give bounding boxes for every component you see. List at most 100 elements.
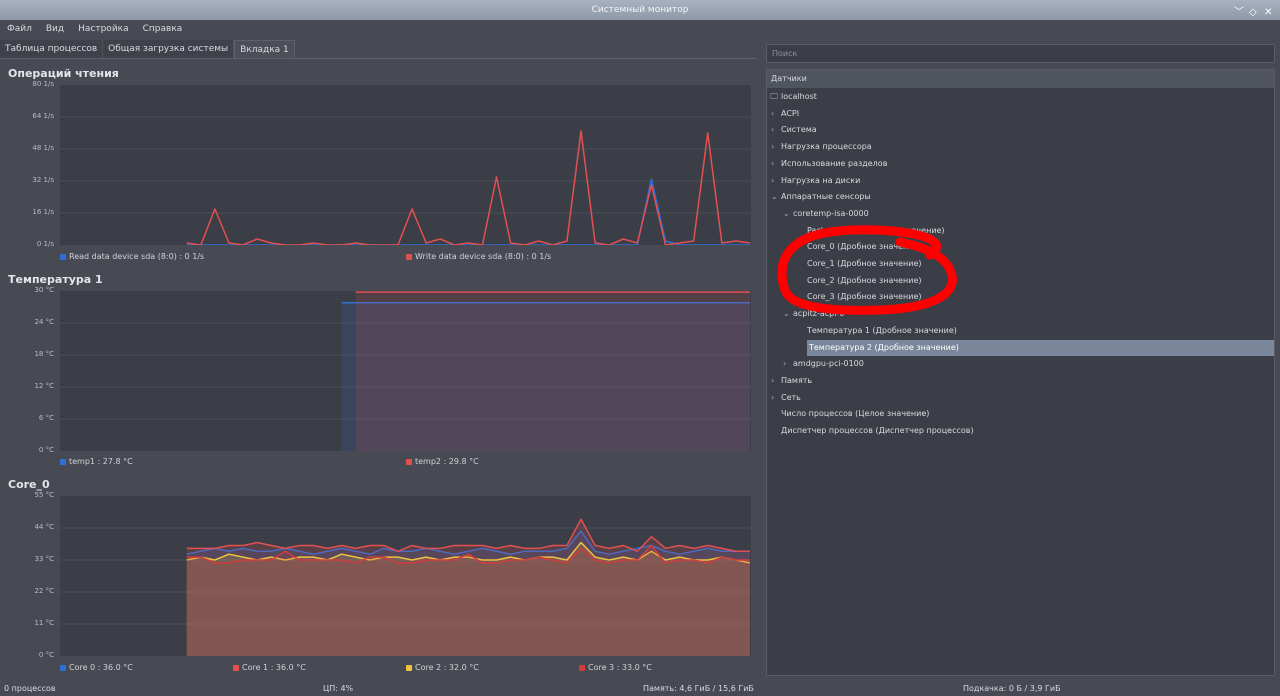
- menu-file[interactable]: Файл: [0, 20, 39, 38]
- chevron-right-icon[interactable]: ›: [771, 373, 774, 389]
- legend-swatch: [406, 458, 412, 465]
- legend-swatch: [60, 664, 66, 671]
- y-tick-label: 48 1/s: [32, 144, 54, 152]
- y-tick-label: 80 1/s: [32, 80, 54, 88]
- tree-node[interactable]: Температура 1 (Дробное значение): [807, 323, 957, 339]
- tree-node[interactable]: Нагрузка процессора: [781, 139, 872, 155]
- chevron-right-icon[interactable]: ›: [771, 139, 774, 155]
- tree-node[interactable]: amdgpu-pci-0100: [793, 356, 864, 372]
- legend-label: temp1 : 27.8 °C: [69, 457, 133, 466]
- tree-node[interactable]: localhost: [781, 89, 817, 105]
- series-line: [186, 178, 750, 245]
- status-processes: 0 процессов: [4, 684, 56, 693]
- y-tick-label: 16 1/s: [32, 208, 54, 216]
- y-tick-label: 0 °C: [38, 651, 54, 659]
- monitor-icon: 🖵: [770, 92, 778, 101]
- tree-node[interactable]: Сеть: [781, 390, 801, 406]
- legend-swatch: [406, 253, 412, 260]
- menu-bar: Файл Вид Настройка Справка: [0, 20, 1280, 38]
- legend-swatch: [406, 664, 412, 671]
- legend-label: Read data device sda (8:0) : 0 1/s: [69, 252, 205, 261]
- chart-plot: [60, 496, 751, 656]
- chart-title: Операций чтения: [8, 67, 119, 80]
- status-memory: Память: 4,6 ГиБ / 15,6 ГиБ: [643, 684, 754, 693]
- tree-node[interactable]: Core_1 (Дробное значение): [807, 256, 922, 272]
- y-tick-label: 33 °C: [34, 555, 54, 563]
- legend-item: Write data device sda (8:0) : 0 1/s: [406, 252, 551, 261]
- legend-label: temp2 : 29.8 °C: [415, 457, 479, 466]
- menu-settings[interactable]: Настройка: [71, 20, 136, 38]
- series-area: [355, 292, 750, 451]
- chart-title: Температура 1: [8, 273, 103, 286]
- tree-node[interactable]: Core_2 (Дробное значение): [807, 273, 922, 289]
- y-tick-label: 24 °C: [34, 318, 54, 326]
- title-bar: Системный монитор ﹀ ◇ ✕: [0, 0, 1280, 20]
- chevron-down-icon[interactable]: ⌄: [783, 206, 790, 222]
- menu-help[interactable]: Справка: [136, 20, 190, 38]
- tab-system-load[interactable]: Общая загрузка системы: [103, 40, 235, 58]
- tree-node[interactable]: Число процессов (Целое значение): [781, 406, 929, 422]
- legend-item: Core 1 : 36.0 °C: [233, 663, 306, 672]
- y-tick-label: 0 1/s: [36, 240, 54, 248]
- tree-node[interactable]: Package id 0 (Дробное значение): [807, 223, 945, 239]
- y-tick-label: 11 °C: [34, 619, 54, 627]
- legend-label: Write data device sda (8:0) : 0 1/s: [415, 252, 552, 261]
- legend-label: Core 0 : 36.0 °C: [69, 663, 133, 672]
- legend-swatch: [233, 664, 239, 671]
- tree-node[interactable]: acpitz-acpi-0: [793, 306, 844, 322]
- tree-header[interactable]: Датчики: [767, 70, 1274, 88]
- status-cpu: ЦП: 4%: [323, 684, 354, 693]
- y-tick-label: 32 1/s: [32, 176, 54, 184]
- y-tick-label: 22 °C: [34, 587, 54, 595]
- menu-view[interactable]: Вид: [39, 20, 71, 38]
- legend-label: Core 1 : 36.0 °C: [242, 663, 306, 672]
- chevron-right-icon[interactable]: ›: [771, 173, 774, 189]
- y-tick-label: 64 1/s: [32, 112, 54, 120]
- chevron-right-icon[interactable]: ›: [771, 156, 774, 172]
- y-tick-label: 30 °C: [34, 286, 54, 294]
- legend-label: Core 3 : 33.0 °C: [588, 663, 652, 672]
- y-tick-label: 6 °C: [38, 414, 54, 422]
- legend-item: Core 0 : 36.0 °C: [60, 663, 133, 672]
- chevron-down-icon[interactable]: ⌄: [783, 306, 790, 322]
- legend-item: temp1 : 27.8 °C: [60, 457, 133, 466]
- legend-item: Core 2 : 32.0 °C: [406, 663, 479, 672]
- tree-node[interactable]: Температура 2 (Дробное значение): [807, 339, 1274, 356]
- series-line: [186, 130, 751, 245]
- chevron-right-icon[interactable]: ›: [771, 122, 774, 138]
- legend-swatch: [60, 458, 66, 465]
- chevron-right-icon[interactable]: ›: [783, 356, 786, 372]
- tree-node[interactable]: Core_0 (Дробное значение): [807, 239, 922, 255]
- tree-node[interactable]: Память: [781, 373, 812, 389]
- tree-node[interactable]: coretemp-isa-0000: [793, 206, 869, 222]
- tree-node[interactable]: Core_3 (Дробное значение): [807, 289, 922, 305]
- chart-plot: [60, 85, 751, 245]
- chart-title: Core_0: [8, 478, 50, 491]
- tree-node[interactable]: Использование разделов: [781, 156, 887, 172]
- tree-node[interactable]: Нагрузка на диски: [781, 173, 860, 189]
- window-title: Системный монитор: [591, 5, 689, 15]
- tab-bar: Таблица процессов Общая загрузка системы…: [0, 40, 295, 58]
- chart-plot: [60, 291, 751, 451]
- y-tick-label: 55 °C: [34, 491, 54, 499]
- tab-process-table[interactable]: Таблица процессов: [0, 40, 104, 58]
- tree-node[interactable]: Система: [781, 122, 817, 138]
- legend-item: Core 3 : 33.0 °C: [579, 663, 652, 672]
- legend-item: temp2 : 29.8 °C: [406, 457, 479, 466]
- tab-custom-1[interactable]: Вкладка 1: [234, 40, 295, 58]
- legend-label: Core 2 : 32.0 °C: [415, 663, 479, 672]
- search-input[interactable]: Поиск: [766, 44, 1275, 63]
- legend-swatch: [60, 253, 66, 260]
- tree-node[interactable]: Диспетчер процессов (Диспетчер процессов…: [781, 423, 974, 439]
- tree-node[interactable]: Аппаратные сенсоры: [781, 189, 871, 205]
- status-swap: Подкачка: 0 Б / 3,9 ГиБ: [963, 684, 1061, 693]
- divider: [0, 58, 757, 59]
- legend-item: Read data device sda (8:0) : 0 1/s: [60, 252, 204, 261]
- chevron-right-icon[interactable]: ›: [771, 106, 774, 122]
- sensor-tree[interactable]: Датчики 🖵 localhost › ACPI › Система › Нагрузка…: [766, 69, 1275, 676]
- tree-node[interactable]: ACPI: [781, 106, 799, 122]
- chevron-right-icon[interactable]: ›: [771, 390, 774, 406]
- y-tick-label: 12 °C: [34, 382, 54, 390]
- chevron-down-icon[interactable]: ⌄: [771, 189, 778, 205]
- legend-swatch: [579, 664, 585, 671]
